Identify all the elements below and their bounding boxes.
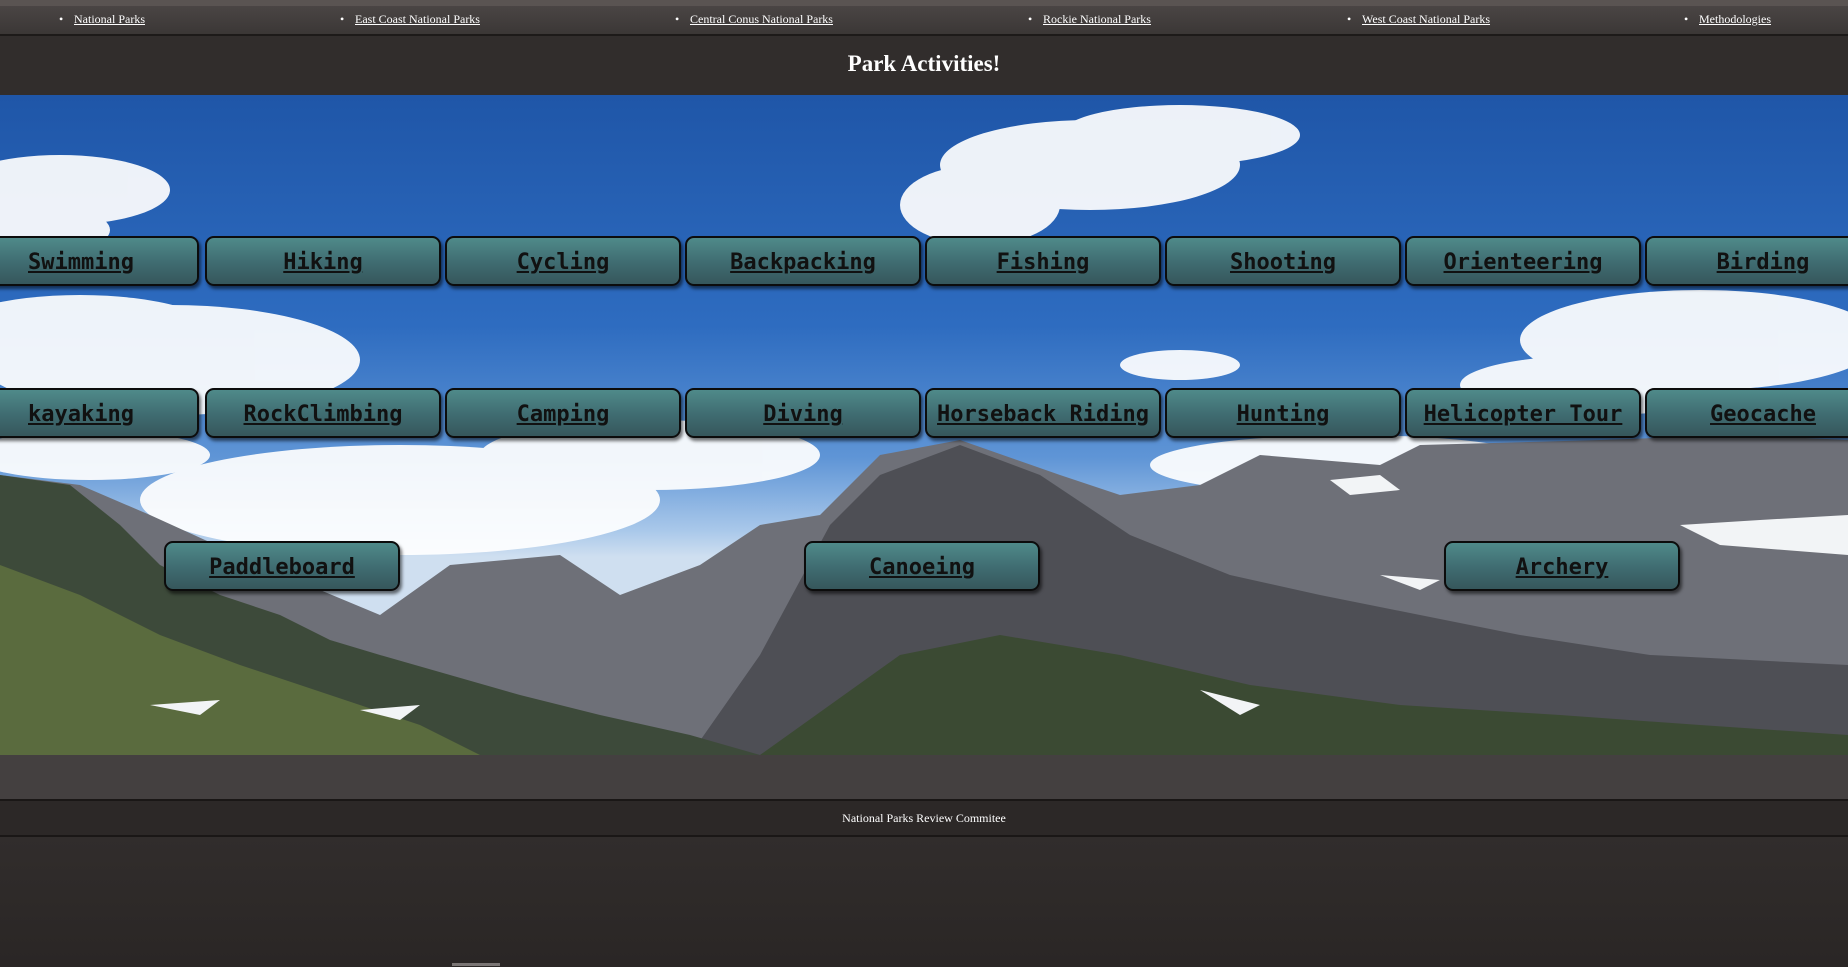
activity-button-hunting[interactable]: Hunting — [1165, 388, 1401, 438]
activity-button-cycling[interactable]: Cycling — [445, 236, 681, 286]
nav-link-rockie[interactable]: Rockie National Parks — [1028, 12, 1151, 27]
activity-button-archery[interactable]: Archery — [1444, 541, 1680, 591]
nav-link-methodologies[interactable]: Methodologies — [1684, 12, 1771, 27]
activity-button-diving[interactable]: Diving — [685, 388, 921, 438]
activity-button-rockclimbing[interactable]: RockClimbing — [205, 388, 441, 438]
activity-button-birding[interactable]: Birding — [1645, 236, 1848, 286]
activity-button-shooting[interactable]: Shooting — [1165, 236, 1401, 286]
activity-button-fishing[interactable]: Fishing — [925, 236, 1161, 286]
activities-hero: Swimming Hiking Cycling Backpacking Fish… — [0, 95, 1848, 755]
content-spacer — [0, 755, 1848, 799]
activity-button-canoeing[interactable]: Canoeing — [804, 541, 1040, 591]
activity-button-horseback-riding[interactable]: Horseback Riding — [925, 388, 1161, 438]
page-bottom-area — [0, 837, 1848, 967]
page-footer: National Parks Review Commitee — [0, 799, 1848, 837]
scroll-indicator[interactable] — [452, 963, 500, 966]
footer-text: National Parks Review Commitee — [842, 811, 1006, 825]
nav-link-west-coast[interactable]: West Coast National Parks — [1347, 12, 1490, 27]
activity-button-backpacking[interactable]: Backpacking — [685, 236, 921, 286]
page-title: Park Activities! — [847, 51, 1001, 76]
activity-button-camping[interactable]: Camping — [445, 388, 681, 438]
activity-button-paddleboard[interactable]: Paddleboard — [164, 541, 400, 591]
nav-link-national-parks[interactable]: National Parks — [59, 12, 145, 27]
page-header: Park Activities! — [0, 36, 1848, 95]
nav-link-east-coast[interactable]: East Coast National Parks — [340, 12, 480, 27]
activity-button-hiking[interactable]: Hiking — [205, 236, 441, 286]
activity-button-swimming[interactable]: Swimming — [0, 236, 199, 286]
main-navigation: National Parks East Coast National Parks… — [0, 6, 1848, 36]
activity-button-geocache[interactable]: Geocache — [1645, 388, 1848, 438]
nav-link-central-conus[interactable]: Central Conus National Parks — [675, 12, 833, 27]
activity-button-kayaking[interactable]: kayaking — [0, 388, 199, 438]
activity-button-orienteering[interactable]: Orienteering — [1405, 236, 1641, 286]
activity-button-helicopter-tour[interactable]: Helicopter Tour — [1405, 388, 1641, 438]
